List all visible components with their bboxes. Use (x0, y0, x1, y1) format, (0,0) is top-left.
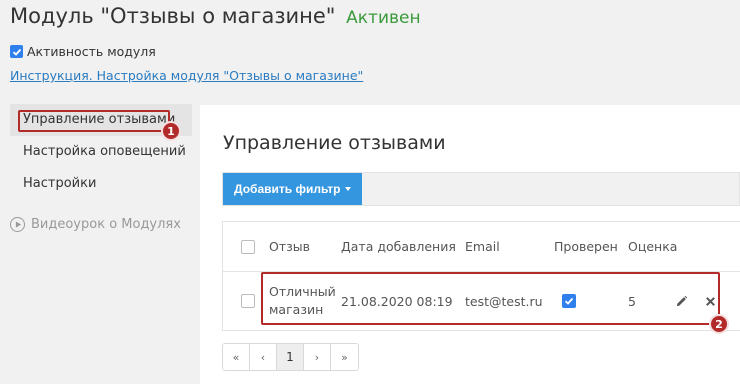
module-activity-label: Активность модуля (27, 44, 156, 59)
pagination: « ‹ 1 › » (222, 343, 359, 371)
sidebar-video-link[interactable]: Видеоурок о Модулях (10, 212, 192, 236)
instruction-link[interactable]: Инструкция. Настройка модуля "Отзывы о м… (10, 68, 363, 83)
sidebar-item-settings[interactable]: Настройки (10, 168, 192, 200)
select-all-checkbox[interactable] (241, 239, 255, 254)
page-title-text: Модуль "Отзывы о магазине" (10, 4, 336, 28)
row-select-checkbox[interactable] (241, 294, 255, 308)
page-next-button[interactable]: › (304, 344, 331, 370)
module-status: Активен (346, 8, 421, 28)
table-header: Отзыв Дата добавления Email Проверен Оце… (223, 222, 740, 272)
column-header-verified[interactable]: Проверен (554, 222, 618, 271)
sidebar-item-notifications[interactable]: Настройка оповещений (10, 136, 192, 168)
annotation-marker-2: 2 (709, 314, 729, 334)
select-all-cell (241, 222, 255, 271)
filter-toolbar: Добавить фильтр (222, 172, 740, 206)
annotation-marker-1: 1 (161, 121, 181, 141)
main-heading: Управление отзывами (223, 132, 446, 154)
column-header-email[interactable]: Email (465, 222, 500, 271)
column-header-review[interactable]: Отзыв (269, 222, 310, 271)
highlight-box-row (261, 272, 720, 325)
page-first-button[interactable]: « (223, 344, 250, 370)
add-filter-label: Добавить фильтр (234, 182, 341, 196)
row-select-cell (241, 272, 255, 330)
page-title: Модуль "Отзывы о магазине" Активен (10, 4, 421, 28)
caret-down-icon (345, 187, 352, 191)
add-filter-button[interactable]: Добавить фильтр (223, 173, 363, 205)
video-label: Видеоурок о Модулях (31, 216, 181, 232)
column-header-rating[interactable]: Оценка (628, 222, 677, 271)
play-icon (10, 216, 25, 232)
page-last-button[interactable]: » (331, 344, 358, 370)
checkbox-checked-icon[interactable] (10, 45, 23, 58)
column-header-date[interactable]: Дата добавления (341, 222, 456, 271)
highlight-box-sidebar (18, 110, 170, 132)
page-current-button[interactable]: 1 (277, 344, 304, 370)
main-panel: Управление отзывами Добавить фильтр Отзы… (200, 105, 740, 384)
page-prev-button[interactable]: ‹ (250, 344, 277, 370)
module-activity-checkbox[interactable]: Активность модуля (10, 44, 156, 59)
